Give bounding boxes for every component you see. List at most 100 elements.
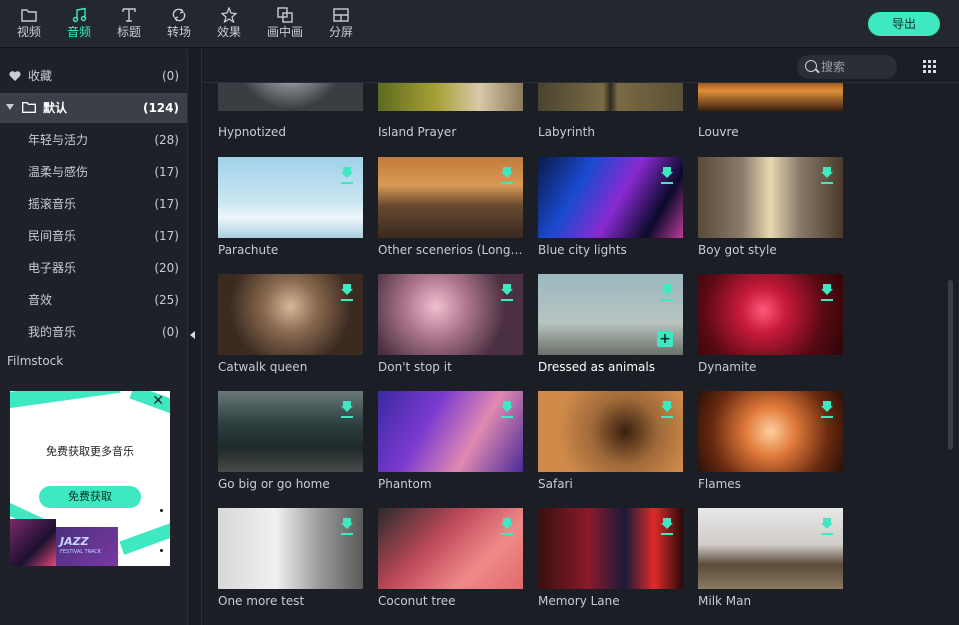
download-icon[interactable]	[661, 284, 673, 298]
promo-banner[interactable]: ✕ 免费获取更多音乐 免费获取 JAZZ FESTIVAL TRACK	[10, 391, 170, 566]
decor-dot	[160, 509, 163, 512]
download-icon[interactable]	[501, 284, 513, 298]
jazz-subtitle: FESTIVAL TRACK	[60, 549, 102, 555]
sidebar-item-favorites[interactable]: 收藏 (0)	[0, 61, 187, 91]
grid-view-icon[interactable]	[923, 60, 937, 74]
effects-icon	[207, 4, 251, 24]
tab-audio[interactable]: 音频	[57, 4, 101, 44]
tab-label: 分屏	[328, 25, 353, 39]
tab-pip[interactable]: 画中画	[263, 4, 307, 44]
search-box[interactable]	[797, 55, 897, 79]
download-icon[interactable]	[341, 167, 353, 181]
card-title: Phantom	[378, 477, 432, 491]
download-bar	[661, 182, 673, 184]
sidebar-item-label: 民间音乐	[28, 229, 77, 243]
sidebar-item-folk[interactable]: 民间音乐 (17)	[0, 221, 187, 251]
add-icon[interactable]: +	[657, 331, 673, 347]
tab-split-screen[interactable]: 分屏	[319, 4, 363, 44]
tab-effects[interactable]: 效果	[207, 4, 251, 44]
card-title: Catwalk queen	[218, 360, 308, 374]
library-header	[203, 49, 959, 83]
card-title: Hypnotized	[218, 125, 287, 139]
media-card-hovered[interactable]: + Dressed as animals	[538, 274, 683, 374]
media-card[interactable]: Dynamite	[698, 274, 843, 374]
download-icon[interactable]	[821, 401, 833, 415]
download-bar	[501, 533, 513, 535]
download-icon[interactable]	[501, 401, 513, 415]
sidebar-item-my-music[interactable]: 我的音乐 (0)	[0, 317, 187, 347]
sidebar-item-rock[interactable]: 摇滚音乐 (17)	[0, 189, 187, 219]
card-title: Coconut tree	[378, 594, 456, 608]
thumbnail	[698, 274, 843, 355]
thumbnail	[378, 391, 523, 472]
media-card[interactable]: Flames	[698, 391, 843, 491]
download-icon[interactable]	[821, 167, 833, 181]
card-title: Go big or go home	[218, 477, 330, 491]
tab-titles[interactable]: 标题	[107, 4, 151, 44]
download-icon[interactable]	[661, 167, 673, 181]
text-icon	[107, 4, 151, 24]
download-bar	[501, 299, 513, 301]
card-title: One more test	[218, 594, 305, 608]
thumbnail	[218, 274, 363, 355]
thumbnail	[538, 391, 683, 472]
sidebar-item-count: (17)	[154, 165, 179, 179]
download-bar	[661, 299, 673, 301]
download-bar	[341, 182, 353, 184]
sidebar-item-tender[interactable]: 温柔与感伤 (17)	[0, 157, 187, 187]
sidebar-item-young[interactable]: 年轻与活力 (28)	[0, 125, 187, 155]
thumbnail	[218, 508, 363, 589]
download-icon[interactable]	[821, 284, 833, 298]
tab-label: 效果	[216, 25, 241, 39]
media-card[interactable]: Parachute	[218, 157, 363, 257]
media-card[interactable]: Catwalk queen	[218, 274, 363, 374]
export-button[interactable]: 导出	[868, 12, 940, 36]
media-card[interactable]: Don't stop it	[378, 274, 523, 374]
tab-transitions[interactable]: 转场	[157, 4, 201, 44]
sidebar-item-label: 年轻与活力	[28, 133, 89, 147]
sidebar-item-count: (25)	[154, 293, 179, 307]
thumbnail	[378, 508, 523, 589]
caret-down-icon[interactable]	[6, 104, 14, 110]
card-title: Parachute	[218, 243, 279, 257]
thumbnail	[378, 157, 523, 238]
filmstock-heading[interactable]: Filmstock	[7, 354, 63, 368]
card-title: Blue city lights	[538, 243, 627, 257]
media-card[interactable]: Memory Lane	[538, 508, 683, 608]
sidebar-item-default[interactable]: 默认 (124)	[0, 93, 187, 123]
download-icon[interactable]	[341, 284, 353, 298]
tab-video[interactable]: 视频	[7, 4, 51, 44]
tab-label: 标题	[116, 25, 141, 39]
download-icon[interactable]	[501, 518, 513, 532]
media-card[interactable]: One more test	[218, 508, 363, 608]
top-toolbar: 视频 音频 标题 转场 效果 画中画 分屏 导出	[0, 0, 959, 48]
download-icon[interactable]	[821, 518, 833, 532]
sidebar-item-count: (17)	[154, 197, 179, 211]
media-card[interactable]: Phantom	[378, 391, 523, 491]
card-title: Labyrinth	[538, 125, 595, 139]
card-title: Milk Man	[698, 594, 752, 608]
media-card[interactable]: Milk Man	[698, 508, 843, 608]
media-card[interactable]: Coconut tree	[378, 508, 523, 608]
card-title: Dynamite	[698, 360, 757, 374]
sidebar-item-sfx[interactable]: 音效 (25)	[0, 285, 187, 315]
media-card[interactable]: Boy got style	[698, 157, 843, 257]
get-free-button[interactable]: 免费获取	[39, 486, 141, 508]
download-icon[interactable]	[661, 401, 673, 415]
scrollbar-thumb[interactable]	[948, 280, 953, 450]
download-icon[interactable]	[341, 518, 353, 532]
sidebar-item-count: (17)	[154, 229, 179, 243]
media-card[interactable]: Blue city lights	[538, 157, 683, 257]
download-icon[interactable]	[661, 518, 673, 532]
download-icon[interactable]	[501, 167, 513, 181]
sidebar-item-electronic[interactable]: 电子器乐 (20)	[0, 253, 187, 283]
download-icon[interactable]	[341, 401, 353, 415]
close-icon[interactable]: ✕	[152, 393, 164, 409]
search-input[interactable]	[821, 58, 891, 76]
pip-icon	[263, 4, 307, 24]
collapse-arrow-icon[interactable]	[190, 331, 195, 339]
media-card[interactable]: Go big or go home	[218, 391, 363, 491]
download-bar	[341, 416, 353, 418]
media-card[interactable]: Safari	[538, 391, 683, 491]
media-card[interactable]: Other scenerios (Long i...	[378, 157, 523, 257]
